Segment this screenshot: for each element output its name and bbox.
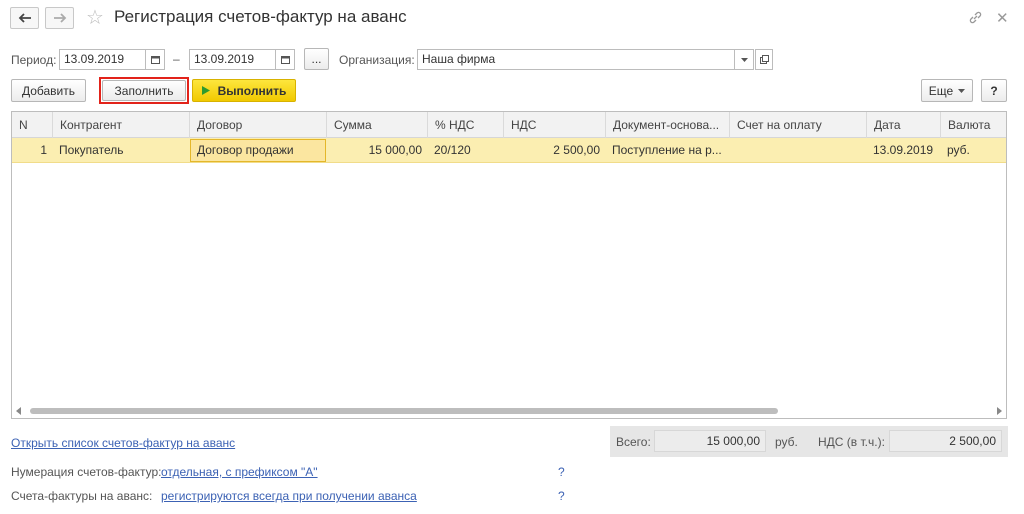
scroll-left-icon[interactable] [16, 407, 22, 415]
period-label: Период: [11, 53, 57, 67]
period-select-button[interactable]: ... [304, 48, 329, 70]
fill-button[interactable]: Заполнить [102, 80, 186, 101]
open-invoices-list-link[interactable]: Открыть список счетов-фактур на аванс [11, 436, 235, 450]
table-row[interactable]: 1 Покупатель Договор продажи 15 000,00 2… [12, 138, 1006, 163]
column-header-counterparty[interactable]: Контрагент [53, 112, 190, 138]
column-header-invoice[interactable]: Счет на оплату [730, 112, 867, 138]
column-header-n[interactable]: N [12, 112, 53, 138]
column-header-currency[interactable]: Валюта [941, 112, 1006, 138]
more-button[interactable]: Еще [921, 79, 973, 102]
total-label: Всего: [616, 435, 651, 449]
cell-invoice[interactable] [730, 138, 867, 163]
total-value: 15 000,00 [654, 430, 766, 452]
organization-field[interactable]: Наша фирма [417, 49, 754, 70]
calendar-icon [280, 56, 290, 64]
add-button[interactable]: Добавить [11, 79, 86, 102]
column-header-contract[interactable]: Договор [190, 112, 327, 138]
back-arrow-icon [18, 13, 31, 23]
cell-counterparty[interactable]: Покупатель [53, 138, 190, 163]
column-header-date[interactable]: Дата [867, 112, 941, 138]
link-icon[interactable] [968, 10, 983, 28]
cell-date[interactable]: 13.09.2019 [867, 138, 941, 163]
period-to-calendar-button[interactable] [275, 49, 295, 70]
cell-vat-rate[interactable]: 20/120 [428, 138, 504, 163]
cell-sum[interactable]: 15 000,00 [327, 138, 428, 163]
dropdown-arrow-icon [740, 57, 748, 62]
cell-vat[interactable]: 2 500,00 [504, 138, 606, 163]
back-button[interactable] [10, 7, 39, 29]
calendar-icon [150, 56, 160, 64]
organization-dropdown-button[interactable] [734, 49, 754, 70]
forward-arrow-icon [53, 13, 66, 23]
scrollbar-thumb[interactable] [30, 408, 778, 414]
numbering-label: Нумерация счетов-фактур: [11, 465, 162, 479]
open-icon [759, 55, 769, 64]
invoices-help-icon[interactable]: ? [558, 489, 565, 503]
page-title: Регистрация счетов-фактур на аванс [114, 7, 407, 26]
column-header-vat-rate[interactable]: % НДС [428, 112, 504, 138]
vat-total-value: 2 500,00 [889, 430, 1002, 452]
cell-n: 1 [40, 143, 47, 157]
advance-invoices-table[interactable]: N Контрагент Договор Сумма % НДС НДС Док… [11, 111, 1007, 419]
organization-label: Организация: [339, 53, 415, 67]
cell-currency[interactable]: руб. [941, 138, 1006, 163]
numbering-link[interactable]: отдельная, с префиксом "А" [161, 465, 318, 479]
column-header-base-doc[interactable]: Документ-основа... [606, 112, 730, 138]
invoices-link[interactable]: регистрируются всегда при получении аван… [161, 489, 417, 503]
vat-total-label: НДС (в т.ч.): [818, 435, 885, 449]
cell-base-doc[interactable]: Поступление на р... [606, 138, 730, 163]
scroll-right-icon[interactable] [996, 407, 1002, 415]
period-dash: – [173, 52, 180, 66]
table-header: N Контрагент Договор Сумма % НДС НДС Док… [12, 112, 1006, 138]
run-button-label: Выполнить [217, 83, 287, 98]
help-button[interactable]: ? [981, 79, 1007, 102]
invoices-label: Счета-фактуры на аванс: [11, 489, 153, 503]
play-icon [201, 86, 210, 95]
numbering-help-icon[interactable]: ? [558, 465, 565, 479]
column-header-sum[interactable]: Сумма [327, 112, 428, 138]
total-currency: руб. [775, 435, 798, 449]
chevron-down-icon [958, 88, 966, 93]
cell-contract[interactable]: Договор продажи [190, 139, 326, 162]
column-header-vat[interactable]: НДС [504, 112, 606, 138]
close-icon[interactable]: ✕ [996, 9, 1009, 27]
period-from-calendar-button[interactable] [145, 49, 165, 70]
favorite-star-icon[interactable]: ☆ [86, 5, 104, 30]
organization-open-button[interactable] [755, 49, 773, 70]
forward-button[interactable] [45, 7, 74, 29]
more-button-label: Еще [928, 83, 954, 98]
run-button[interactable]: Выполнить [192, 79, 296, 102]
horizontal-scrollbar[interactable] [16, 407, 1002, 415]
totals-panel: Всего: 15 000,00 руб. НДС (в т.ч.): 2 50… [610, 426, 1008, 457]
